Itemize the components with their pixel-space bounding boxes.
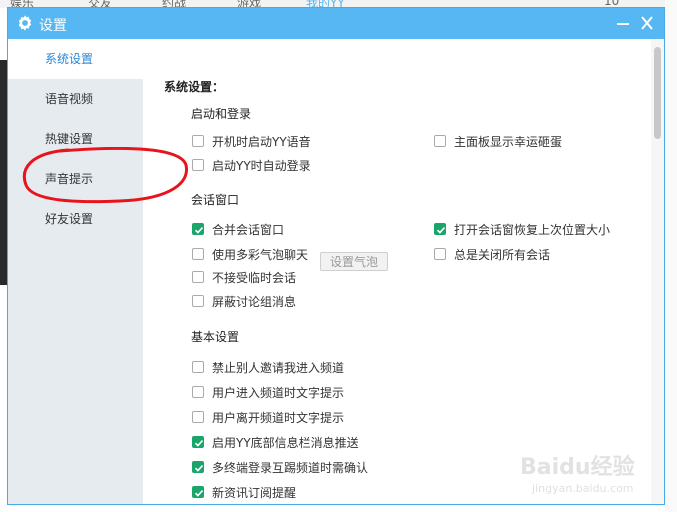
checkbox-row[interactable]: 启用YY底部信息栏消息推送 bbox=[192, 432, 359, 452]
checkbox[interactable] bbox=[192, 461, 204, 473]
background-app-edge bbox=[665, 0, 677, 512]
checkbox-label: 主面板显示幸运砸蛋 bbox=[454, 134, 563, 149]
checkbox[interactable] bbox=[434, 135, 446, 147]
checkbox-label: 多终端登录互踢频道时需确认 bbox=[212, 460, 369, 475]
page-title: 系统设置： bbox=[164, 80, 225, 94]
checkbox[interactable] bbox=[192, 159, 204, 171]
checkbox[interactable] bbox=[192, 295, 204, 307]
sidebar-item-friends[interactable]: 好友设置 bbox=[8, 199, 143, 239]
settings-content: 系统设置： 启动和登录 开机时启动YY语音 主面板显示幸运砸蛋 启动YY时自动登… bbox=[143, 39, 651, 504]
checkbox[interactable] bbox=[434, 248, 446, 260]
settings-sidebar: 系统设置 语音视频 热键设置 声音提示 好友设置 bbox=[8, 39, 143, 504]
checkbox-row[interactable]: 总是关闭所有会话 bbox=[434, 244, 550, 264]
close-icon[interactable] bbox=[636, 13, 658, 33]
checkmark-icon bbox=[194, 465, 204, 472]
scrollbar-thumb[interactable] bbox=[654, 47, 661, 139]
checkbox[interactable] bbox=[192, 486, 204, 498]
dialog-title: 设置 bbox=[39, 18, 67, 34]
checkbox[interactable] bbox=[434, 223, 446, 235]
checkmark-icon bbox=[194, 440, 204, 447]
checkbox-row[interactable]: 打开会话窗恢复上次位置大小 bbox=[434, 219, 610, 239]
checkbox[interactable] bbox=[192, 436, 204, 448]
checkbox-row[interactable]: 不接受临时会话 bbox=[192, 267, 296, 287]
checkbox[interactable] bbox=[192, 386, 204, 398]
checkmark-icon bbox=[194, 490, 204, 497]
checkbox-label: 新资讯订阅提醒 bbox=[212, 485, 297, 500]
checkbox[interactable] bbox=[192, 223, 204, 235]
checkbox-label: 使用多彩气泡聊天 bbox=[212, 247, 309, 262]
checkbox-row[interactable]: 主面板显示幸运砸蛋 bbox=[434, 131, 562, 151]
checkbox-label: 不接受临时会话 bbox=[212, 270, 297, 285]
sidebar-item-hotkeys[interactable]: 热键设置 bbox=[8, 119, 143, 159]
checkbox-label: 禁止别人邀请我进入频道 bbox=[212, 360, 345, 375]
section-heading-session: 会话窗口 bbox=[191, 193, 240, 207]
checkbox-label: 打开会话窗恢复上次位置大小 bbox=[454, 222, 611, 237]
checkbox-row[interactable]: 用户离开频道时文字提示 bbox=[192, 407, 344, 427]
checkbox[interactable] bbox=[192, 361, 204, 373]
checkbox-label: 启用YY底部信息栏消息推送 bbox=[212, 435, 359, 450]
checkbox-label: 用户离开频道时文字提示 bbox=[212, 410, 345, 425]
checkbox-row[interactable]: 用户进入频道时文字提示 bbox=[192, 382, 344, 402]
sidebar-item-sound-alerts[interactable]: 声音提示 bbox=[8, 159, 143, 199]
checkbox-row[interactable]: 开机时启动YY语音 bbox=[192, 131, 311, 151]
checkbox-label: 启动YY时自动登录 bbox=[212, 158, 311, 173]
checkbox[interactable] bbox=[192, 248, 204, 260]
title-bar[interactable]: 设置 bbox=[8, 8, 664, 39]
sidebar-item-voice-video[interactable]: 语音视频 bbox=[8, 79, 143, 119]
set-bubble-button[interactable]: 设置气泡 bbox=[320, 252, 388, 271]
section-heading-startup: 启动和登录 bbox=[191, 107, 252, 121]
checkbox-row[interactable]: 多终端登录互踢频道时需确认 bbox=[192, 457, 368, 477]
checkbox[interactable] bbox=[192, 135, 204, 147]
checkbox-row[interactable]: 禁止别人邀请我进入频道 bbox=[192, 357, 344, 377]
settings-dialog: 设置 系统设置 语音视频 热键设置 声音提示 好友设置 系统设置： 启动和登录 … bbox=[7, 7, 665, 505]
gear-icon bbox=[18, 15, 32, 31]
checkbox-row[interactable]: 屏蔽讨论组消息 bbox=[192, 291, 296, 311]
checkbox[interactable] bbox=[192, 271, 204, 283]
checkbox-label: 用户进入频道时文字提示 bbox=[212, 385, 345, 400]
checkbox[interactable] bbox=[192, 411, 204, 423]
checkbox-row[interactable]: 启动YY时自动登录 bbox=[192, 155, 311, 175]
checkbox-label: 屏蔽讨论组消息 bbox=[212, 294, 297, 309]
checkbox-row[interactable]: 合并会话窗口 bbox=[192, 219, 284, 239]
checkbox-label: 总是关闭所有会话 bbox=[454, 247, 551, 262]
minimize-icon[interactable] bbox=[612, 13, 634, 33]
checkbox-row[interactable]: 使用多彩气泡聊天 bbox=[192, 244, 308, 264]
section-heading-basic: 基本设置 bbox=[191, 330, 240, 344]
checkmark-icon bbox=[436, 227, 446, 234]
checkbox-label: 合并会话窗口 bbox=[212, 222, 285, 237]
checkbox-row[interactable]: 新资讯订阅提醒 bbox=[192, 482, 296, 502]
vertical-scrollbar[interactable] bbox=[651, 39, 664, 504]
checkmark-icon bbox=[194, 227, 204, 234]
sidebar-item-system[interactable]: 系统设置 bbox=[8, 39, 143, 79]
checkbox-label: 开机时启动YY语音 bbox=[212, 134, 311, 149]
